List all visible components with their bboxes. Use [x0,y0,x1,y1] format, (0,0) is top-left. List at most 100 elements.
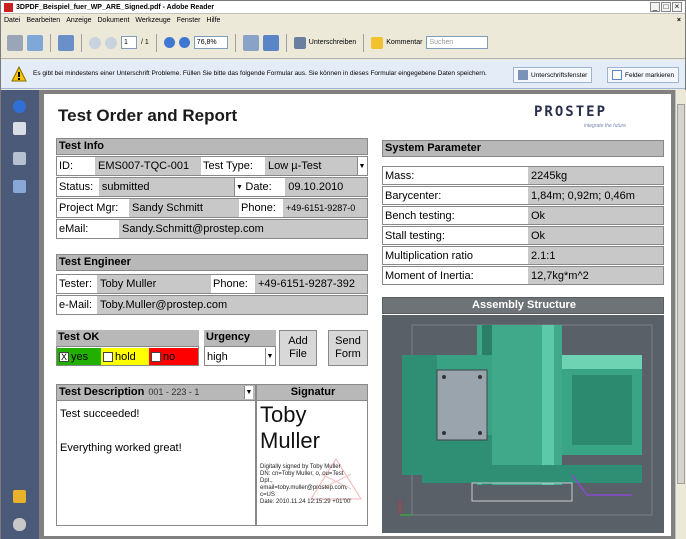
project-manager-field[interactable]: Sandy Schmitt [129,199,239,217]
engineer-email-field[interactable]: Toby.Muller@prostep.com [97,296,367,314]
menu-bearbeiten[interactable]: Bearbeiten [26,17,60,24]
hold-checkbox[interactable] [103,351,113,362]
menu-fenster[interactable]: Fenster [177,17,201,24]
test-engineer-heading: Test Engineer [56,254,368,271]
vertical-scrollbar[interactable] [675,90,686,539]
date-field[interactable]: 09.10.2010 [285,178,367,196]
menu-anzeige[interactable]: Anzeige [66,17,91,24]
fit-width-icon[interactable] [262,34,279,51]
sign-button[interactable]: Unterschreiben [293,36,356,49]
comment-button[interactable]: Kommentar [371,36,422,49]
zoom-out-icon[interactable] [163,37,175,48]
hand-tool-icon[interactable] [58,34,74,51]
close-window-button[interactable]: × [672,2,682,12]
status-dropdown-icon[interactable]: ▼ [234,178,244,196]
close-document-icon[interactable]: × [677,17,681,24]
no-checkbox[interactable] [151,351,161,362]
message-text: Es gibt bei mindestens einer Unterschrif… [33,70,487,77]
signature-warning-icon [11,65,27,82]
signature-panel-icon [518,70,528,80]
email-icon[interactable] [27,34,43,51]
system-parameter-heading: System Parameter [382,140,664,157]
test-info-row-2: Status: submitted ▼ Date: 09.10.2010 [56,177,368,197]
tester-field[interactable]: Toby Muller [97,275,211,293]
menu-datei[interactable]: Datei [4,17,20,24]
highlight-fields-icon [612,70,622,80]
test-description-box [56,384,256,526]
scrollbar-thumb[interactable] [677,104,685,484]
paperclip-icon[interactable] [13,518,26,531]
bench-testing-field[interactable]: Ok [528,207,663,224]
test-info-row-4: eMail: Sandy.Schmitt@prostep.com [56,219,368,239]
page-number-input[interactable]: 1 [121,36,137,49]
signature-name-line-1: Toby [260,402,307,427]
zoom-input[interactable]: 76,8% [193,36,228,49]
print-icon[interactable] [7,34,23,51]
attachments-key-icon[interactable] [13,490,26,503]
description-line-2[interactable]: Everything worked great! [60,442,182,454]
minimize-button[interactable]: _ [650,2,660,12]
window-title: 3DPDF_Beispiel_fuer_WP_ARE_Signed.pdf - … [16,3,215,11]
description-dropdown-icon[interactable]: ▼ [244,386,253,399]
phone-field[interactable]: +49-6151-9287-0 [283,199,367,217]
signatures-icon[interactable] [13,152,26,165]
send-form-button[interactable]: Send Form [328,330,368,366]
urgency-dropdown-icon[interactable]: ▼ [265,348,274,365]
test-ok-hold[interactable]: hold [101,348,149,365]
test-ok-heading: Test OK [56,330,199,347]
param-row-barycenter: Barycenter: 1,84m; 0,92m; 0,46m [382,186,664,205]
zoom-in-icon[interactable] [178,37,190,48]
search-input[interactable]: Suchen [426,36,489,49]
model-tree-icon[interactable] [13,180,26,193]
assembly-3d-viewer[interactable] [382,315,664,533]
barycenter-field[interactable]: 1,84m; 0,92m; 0,46m [528,187,663,204]
test-info-heading: Test Info [56,138,368,155]
menu-bar: Datei Bearbeiten Anzeige Dokument Werkze… [1,15,685,26]
tester-label: Tester: [59,278,93,290]
email-label: eMail: [59,223,89,235]
test-description-code: 001 - 223 - 1 [148,387,200,397]
menu-hilfe[interactable]: Hilfe [206,17,220,24]
previous-page-icon[interactable] [89,36,101,49]
assembly-structure-heading: Assembly Structure [382,297,664,314]
signature-details: Digitally signed by Toby Muller DN: cn=T… [260,464,352,505]
id-field[interactable]: EMS007-TQC-001 [95,157,201,175]
maximize-button[interactable]: □ [661,2,671,12]
signature-panel-button[interactable]: Unterschriftsfenster [513,67,593,83]
id-label: ID: [59,160,74,172]
info-icon[interactable] [13,100,26,113]
moment-of-inertia-field[interactable]: 12,7kg*m^2 [528,267,663,284]
test-description-heading: Test Description 001 - 223 - 1 [56,384,256,401]
email-field[interactable]: Sandy.Schmitt@prostep.com [119,220,367,238]
multiplication-ratio-field[interactable]: 2.1:1 [528,247,663,264]
add-file-button[interactable]: Add File [279,330,317,366]
test-type-select[interactable]: Low µ-Test [265,157,357,175]
test-engineer-row-2: e-Mail: Toby.Muller@prostep.com [56,295,368,315]
test-engineer-row-1: Tester: Toby Muller Phone: +49-6151-9287… [56,274,368,294]
signature-heading: Signatur [256,384,368,401]
test-ok-yes[interactable]: Xyes [57,348,101,365]
status-select[interactable]: submitted [98,178,235,196]
description-line-1[interactable]: Test succeeded! [60,408,140,420]
engineer-phone-field[interactable]: +49-6151-9287-392 [255,275,367,293]
menu-werkzeuge[interactable]: Werkzeuge [135,17,170,24]
test-type-dropdown-icon[interactable]: ▼ [357,157,366,175]
navigation-pane [1,90,39,539]
menu-dokument[interactable]: Dokument [98,17,130,24]
next-page-icon[interactable] [105,36,117,49]
urgency-select[interactable]: high ▼ [205,348,275,365]
param-row-bench-testing: Bench testing: Ok [382,206,664,225]
test-type-label: Test Type: [203,160,253,172]
param-row-stall-testing: Stall testing: Ok [382,226,664,245]
stall-testing-field[interactable]: Ok [528,227,663,244]
test-ok-no[interactable]: no [149,348,198,365]
engineer-phone-label: Phone: [213,278,248,290]
pages-icon[interactable] [13,122,26,135]
fit-page-icon[interactable] [242,34,259,51]
date-label: Date: [245,181,272,193]
highlight-fields-button[interactable]: Felder markieren [607,67,680,83]
yes-checkbox[interactable]: X [59,351,69,362]
prostep-logo: PROSTEP [534,104,608,120]
pdf-page: Test Order and Report PROSTEP integrate … [44,94,671,536]
mass-field[interactable]: 2245kg [528,167,663,184]
